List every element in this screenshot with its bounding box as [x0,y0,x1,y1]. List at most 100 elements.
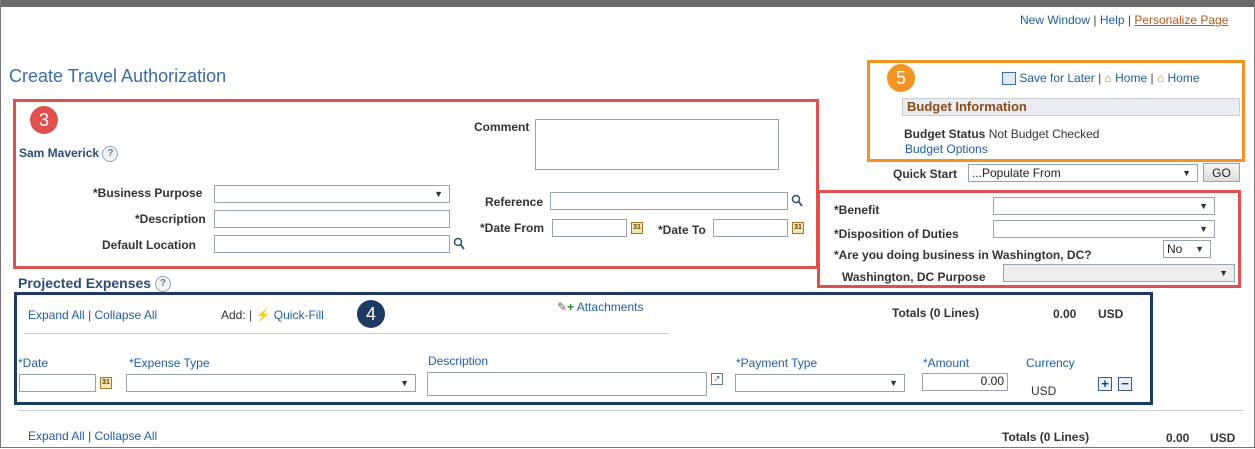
chevron-down-icon: ▼ [434,189,443,199]
home-link[interactable]: Home [1115,71,1147,85]
page-title: Create Travel Authorization [9,66,227,86]
default-location-label: Default Location [102,238,197,252]
col-currency: Currency [1026,356,1075,370]
dc-purpose-select[interactable]: ▼ [1003,264,1235,282]
projected-expenses-title: Projected Expenses ? [18,275,171,293]
chevron-down-icon: ▼ [1182,168,1191,178]
search-icon[interactable] [791,194,803,208]
row-currency: USD [1031,384,1057,398]
new-window-link[interactable]: New Window [1020,13,1090,27]
quick-start-value: ...Populate From [972,166,1061,180]
business-purpose-label: *Business Purpose [93,186,203,200]
comment-label: Comment [474,120,530,134]
date-to-label: *Date To [658,223,706,237]
budget-info-header: Budget Information [902,98,1240,116]
dc-select[interactable]: No ▼ [1163,240,1211,258]
date-from-label: *Date From [480,221,545,235]
footer-totals-value: 0.00 [1166,431,1190,445]
collapse-all-link-footer[interactable]: Collapse All [95,429,158,443]
divider [18,410,1243,411]
save-for-later-link[interactable]: Save for Later [1019,71,1094,85]
quick-fill-link[interactable]: Quick-Fill [274,308,324,322]
footer-totals-currency: USD [1210,431,1236,445]
comment-textarea[interactable] [535,119,779,170]
attachments: ✎+ Attachments [557,300,643,314]
lightning-icon: ⚡ [255,308,271,322]
toolbar: Save for Later | ⌂ Home | ⌂ Home [1002,71,1200,86]
chevron-down-icon: ▼ [1219,268,1228,278]
quick-start-select[interactable]: ...Populate From ▼ [968,164,1198,182]
business-purpose-select[interactable]: ▼ [214,185,450,203]
chevron-down-icon: ▼ [1195,244,1204,254]
expand-all-link-footer[interactable]: Expand All [28,429,85,443]
top-links: New Window | Help | Personalize Page [1020,13,1228,27]
date-from-input[interactable] [552,219,627,237]
disposition-label: *Disposition of Duties [834,227,959,241]
budget-status-label: Budget Status [904,127,986,141]
benefit-label: *Benefit [834,203,880,217]
chevron-down-icon: ▼ [1199,201,1208,211]
col-date: *Date [18,356,49,370]
totals-currency: USD [1098,307,1124,321]
home-icon: ⌂ [1104,71,1112,85]
dc-purpose-label: Washington, DC Purpose [842,270,986,284]
help-link[interactable]: Help [1100,13,1125,27]
expense-date-input[interactable] [19,374,96,392]
benefit-select[interactable]: ▼ [993,197,1215,215]
chevron-down-icon: ▼ [889,378,898,388]
budget-status-value: Not Budget Checked [988,127,1100,141]
dc-question-label: *Are you doing business in Washington, D… [834,248,1092,262]
description-input[interactable] [214,210,450,228]
footer-totals-label: Totals (0 Lines) [1002,430,1090,444]
home-icon: ⌂ [1156,71,1165,85]
col-payment-type: *Payment Type [736,356,818,370]
description-label: *Description [135,212,206,226]
amount-input[interactable]: 0.00 [922,373,1008,391]
chevron-down-icon: ▼ [1199,224,1208,234]
expense-type-select[interactable]: ▼ [126,374,416,392]
badge-3: 3 [30,106,58,134]
default-location-input[interactable] [214,235,450,253]
col-expense-type: *Expense Type [129,356,210,370]
totals-label: Totals (0 Lines) [892,306,980,320]
expand-all-link[interactable]: Expand All [28,308,85,322]
chevron-down-icon: ▼ [400,378,409,388]
calendar-icon[interactable]: 31 [631,222,643,234]
disposition-select[interactable]: ▼ [993,220,1215,238]
calendar-icon[interactable]: 31 [100,377,112,389]
attachments-link[interactable]: Attachments [577,300,644,314]
search-icon[interactable] [453,237,465,251]
budget-status: Budget Status Not Budget Checked [904,127,1099,141]
remove-row-button[interactable]: − [1118,377,1132,391]
expand-icon[interactable]: ↗ [711,373,723,385]
reference-label: Reference [485,195,544,209]
traveler-name: Sam Maverick ? [19,146,119,162]
add-row: Add: | ⚡ Quick-Fill [221,308,324,322]
expense-description-textarea[interactable] [427,372,707,396]
traveler-name-text: Sam Maverick [19,146,100,161]
footer-expand-collapse: Expand All | Collapse All [28,429,157,443]
paperclip-icon: ✎ [557,300,568,314]
col-amount: *Amount [923,356,970,370]
reference-input[interactable] [550,192,788,210]
col-description: Description [428,354,489,368]
personalize-page-link[interactable]: Personalize Page [1134,13,1228,27]
plus-icon: + [567,300,575,314]
add-row-button[interactable]: + [1098,377,1112,391]
budget-options-link[interactable]: Budget Options [905,142,988,156]
quick-start-label: Quick Start [893,167,958,181]
go-button[interactable]: GO [1203,163,1240,182]
date-to-input[interactable] [713,219,788,237]
collapse-all-link[interactable]: Collapse All [95,308,158,322]
expand-collapse-links: Expand All | Collapse All [28,308,157,322]
projected-expenses-text: Projected Expenses [18,275,152,291]
home-link-2[interactable]: Home [1168,71,1200,85]
calendar-icon[interactable]: 31 [792,222,804,234]
badge-5: 5 [887,64,915,92]
help-icon[interactable]: ? [154,276,171,293]
add-label: Add: [221,308,246,322]
totals-value: 0.00 [1053,307,1077,321]
dc-select-value: No [1167,242,1183,256]
payment-type-select[interactable]: ▼ [735,374,905,392]
help-icon[interactable]: ? [102,146,119,162]
